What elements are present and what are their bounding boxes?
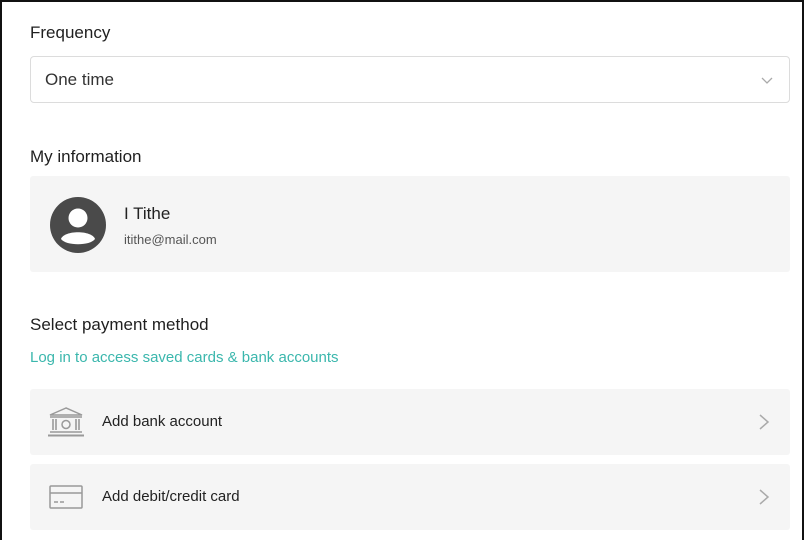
chevron-right-icon xyxy=(759,414,770,430)
add-bank-account-label: Add bank account xyxy=(102,413,223,430)
bank-icon xyxy=(48,407,84,437)
login-link[interactable]: Log in to access saved cards & bank acco… xyxy=(30,349,339,366)
avatar-icon xyxy=(50,197,106,253)
chevron-down-icon xyxy=(761,77,773,84)
my-information-heading: My information xyxy=(30,147,142,166)
user-name: I Tithe xyxy=(124,204,171,223)
payment-method-heading: Select payment method xyxy=(30,315,209,334)
add-card-label: Add debit/credit card xyxy=(102,488,240,505)
frequency-label: Frequency xyxy=(30,23,111,42)
credit-card-icon xyxy=(49,485,83,509)
frequency-selected-value: One time xyxy=(45,69,114,89)
chevron-right-icon xyxy=(759,489,770,505)
user-info-card: I Tithe itithe@mail.com xyxy=(30,176,790,272)
frequency-select[interactable]: One time xyxy=(30,56,790,103)
add-bank-account-button[interactable]: Add bank account xyxy=(30,389,790,455)
add-card-button[interactable]: Add debit/credit card xyxy=(30,464,790,530)
user-email: itithe@mail.com xyxy=(124,232,217,247)
donation-form: Frequency One time My information I Tith… xyxy=(0,0,804,540)
